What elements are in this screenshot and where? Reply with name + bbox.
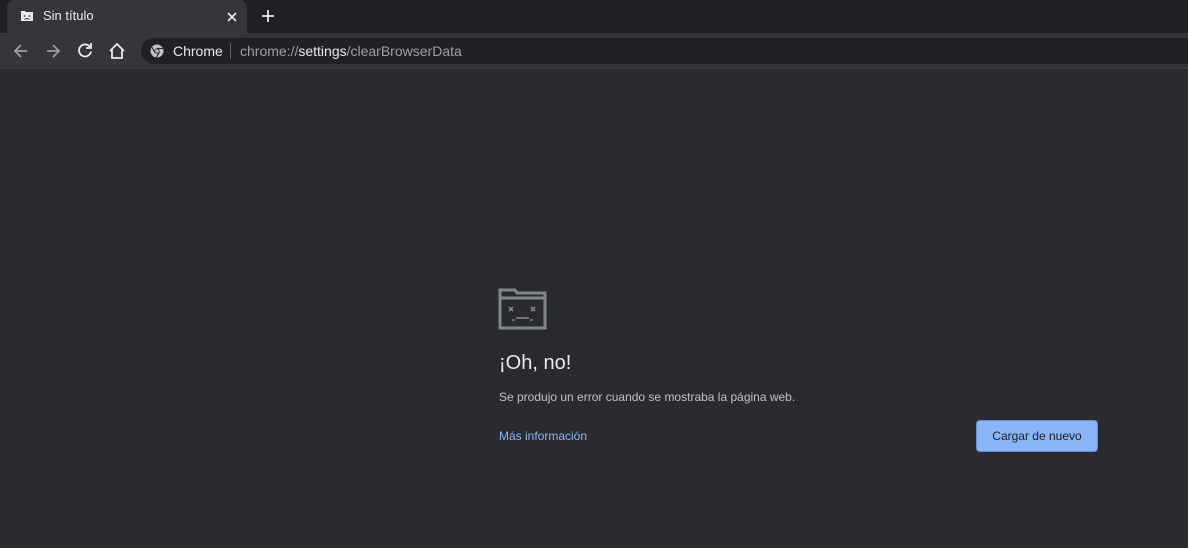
- url-scheme: chrome://: [240, 43, 299, 59]
- url-path: /clearBrowserData: [346, 43, 462, 59]
- site-chip[interactable]: Chrome: [173, 43, 223, 59]
- url-host: settings: [298, 43, 347, 59]
- tab-title: Sin título: [43, 8, 94, 23]
- arrow-right-icon: [47, 44, 61, 58]
- chrome-icon: [150, 44, 164, 58]
- arrow-left-icon: [13, 44, 27, 58]
- sad-tab-icon: [20, 9, 34, 23]
- omnibox[interactable]: Chrome chrome://settings/clearBrowserDat…: [141, 38, 1188, 64]
- sad-folder-icon: [498, 288, 548, 330]
- tab-active[interactable]: Sin título: [7, 0, 247, 33]
- toolbar: Chrome chrome://settings/clearBrowserDat…: [0, 33, 1188, 69]
- home-button[interactable]: [107, 41, 127, 61]
- back-button[interactable]: [11, 41, 31, 61]
- error-title: ¡Oh, no!: [499, 352, 572, 374]
- reload-page-button[interactable]: Cargar de nuevo: [976, 420, 1098, 452]
- forward-button[interactable]: [43, 41, 63, 61]
- new-tab-icon[interactable]: [259, 7, 277, 25]
- more-info-link[interactable]: Más información: [499, 429, 587, 443]
- reload-button[interactable]: [75, 41, 95, 61]
- tab-strip: Sin título: [0, 0, 1188, 33]
- url-text[interactable]: chrome://settings/clearBrowserData: [240, 43, 462, 59]
- divider: [230, 43, 231, 59]
- home-icon: [109, 42, 125, 59]
- error-description: Se produjo un error cuando se mostraba l…: [499, 390, 796, 404]
- reload-icon: [78, 43, 92, 58]
- close-icon[interactable]: [224, 9, 240, 25]
- error-page: ¡Oh, no! Se produjo un error cuando se m…: [0, 69, 1188, 548]
